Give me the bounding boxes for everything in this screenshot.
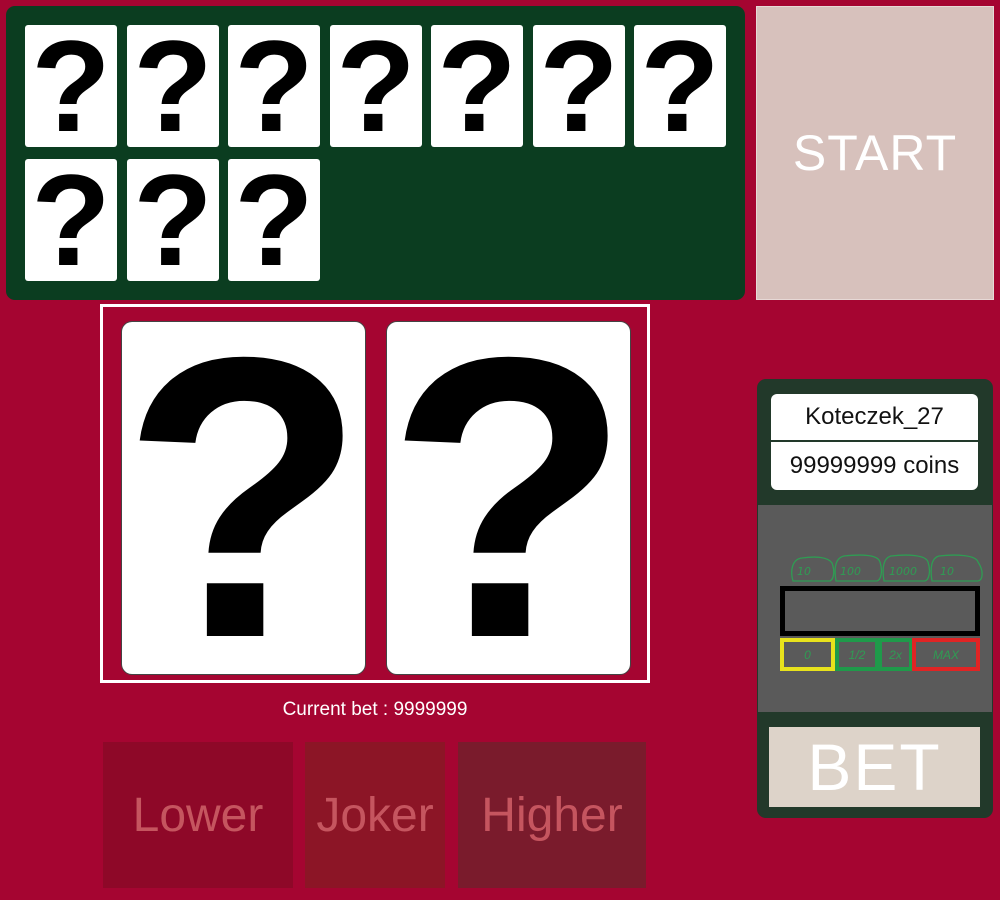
- chip-button-outline: [930, 554, 983, 582]
- right-card: ?: [386, 321, 631, 675]
- card-table: ? ?: [100, 304, 650, 683]
- clear-bet-button[interactable]: 0: [780, 638, 835, 671]
- deck-card: ?: [25, 25, 117, 147]
- player-name: Koteczek_27: [771, 394, 978, 442]
- deck-card: ?: [533, 25, 625, 147]
- deck-card: ?: [330, 25, 422, 147]
- max-bet-button[interactable]: MAX: [912, 638, 980, 671]
- lower-button[interactable]: Lower: [103, 742, 293, 888]
- chip-button-label[interactable]: 100: [840, 565, 861, 578]
- bet-amount-input[interactable]: [780, 586, 980, 636]
- chip-button-label[interactable]: 1000: [889, 565, 917, 578]
- bet-controls: 10 100 1000 10 0 1/2 2x MAX: [758, 505, 992, 712]
- deck-card: ?: [431, 25, 523, 147]
- deck-card: ?: [228, 159, 320, 281]
- chip-buttons: 10 100 1000 10: [791, 554, 983, 582]
- bet-button[interactable]: BET: [769, 727, 980, 807]
- start-button[interactable]: START: [756, 6, 994, 300]
- current-bet-label: Current bet : 9999999: [282, 699, 468, 720]
- deck-card: ?: [127, 159, 219, 281]
- chip-button-label[interactable]: 10: [797, 565, 811, 578]
- player-info: Koteczek_27 99999999 coins: [771, 394, 978, 490]
- joker-button[interactable]: Joker: [305, 742, 445, 888]
- left-card: ?: [121, 321, 366, 675]
- player-panel: Koteczek_27 99999999 coins 10 100 1000 1…: [757, 379, 993, 818]
- deck-card: ?: [25, 159, 117, 281]
- deck-card: ?: [228, 25, 320, 147]
- deck-card: ?: [634, 25, 726, 147]
- deck-panel: ? ? ? ? ? ? ? ? ? ?: [6, 6, 745, 300]
- deck-card: ?: [127, 25, 219, 147]
- double-bet-button[interactable]: 2x: [878, 638, 913, 671]
- chip-button-label[interactable]: 10: [940, 565, 954, 578]
- higher-button[interactable]: Higher: [458, 742, 646, 888]
- player-coins: 99999999 coins: [789, 452, 960, 479]
- half-bet-button[interactable]: 1/2: [835, 638, 879, 671]
